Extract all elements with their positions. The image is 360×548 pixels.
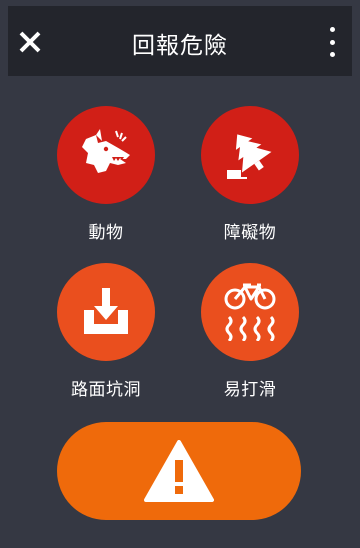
fallen-tree-icon: [227, 134, 272, 179]
slippery-bicycle-icon: [224, 283, 276, 341]
more-menu-button[interactable]: [322, 27, 342, 57]
page-title: 回報危險: [132, 33, 228, 59]
hazard-slippery-button[interactable]: 易打滑: [190, 263, 310, 400]
hazard-pothole-label: 路面坑洞: [71, 380, 141, 400]
hazard-slippery-label: 易打滑: [223, 380, 277, 400]
more-vertical-icon: [329, 27, 335, 32]
pothole-icon: [84, 288, 128, 334]
hazard-animal-button[interactable]: 動物: [46, 106, 166, 243]
dog-icon: [82, 129, 130, 173]
hazard-pothole-button[interactable]: 路面坑洞: [46, 263, 166, 400]
hazard-pothole-circle: [57, 263, 155, 361]
hazard-obstacle-button[interactable]: 障礙物: [190, 106, 310, 243]
hazard-animal-label: 動物: [88, 223, 124, 243]
hazard-slippery-circle: [201, 263, 299, 361]
warning-icon: [144, 440, 214, 502]
hazard-obstacle-label: 障礙物: [223, 223, 277, 243]
top-bar: 回報危險: [8, 6, 352, 76]
report-hazard-button[interactable]: [57, 422, 301, 520]
hazard-obstacle-circle: [201, 106, 299, 204]
hazard-animal-circle: [57, 106, 155, 204]
